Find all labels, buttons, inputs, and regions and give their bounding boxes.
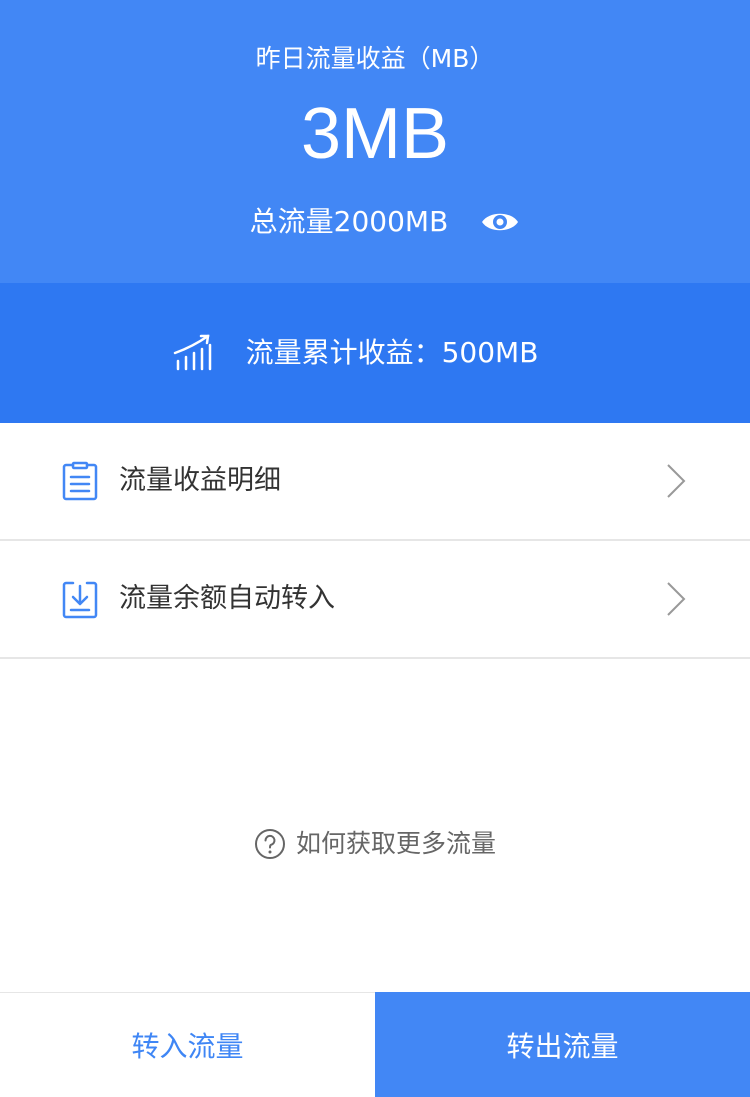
menu-item-label: 流量余额自动转入: [119, 583, 335, 614]
cumulative-earnings-label: 流量累计收益：500MB: [245, 336, 539, 369]
help-link[interactable]: 如何获取更多流量: [0, 824, 750, 864]
menu-item-earnings-detail[interactable]: 流量收益明细: [0, 423, 750, 541]
total-traffic-row: 总流量2000MB: [0, 202, 750, 242]
bottom-action-bar: 转入流量 转出流量: [0, 992, 750, 1097]
yesterday-earnings-label: 昨日流量收益（MB）: [255, 44, 495, 73]
eye-icon[interactable]: [480, 208, 520, 236]
menu-item-label: 流量收益明细: [119, 465, 281, 496]
yesterday-earnings-value: 3MB: [300, 94, 450, 174]
trend-chart-icon: [173, 334, 211, 371]
transfer-in-button[interactable]: 转入流量: [0, 992, 375, 1097]
download-icon: [62, 581, 98, 619]
total-traffic-label: 总流量2000MB: [249, 205, 449, 238]
earnings-header: 昨日流量收益（MB） 3MB 总流量2000MB: [0, 0, 750, 283]
help-link-label: 如何获取更多流量: [295, 829, 496, 858]
list-icon: [62, 461, 98, 501]
chevron-right-icon: [667, 464, 686, 498]
cumulative-earnings-bar: 流量累计收益：500MB: [0, 283, 750, 423]
question-circle-icon: [254, 829, 285, 859]
transfer-out-button[interactable]: 转出流量: [375, 992, 750, 1097]
menu-item-auto-transfer[interactable]: 流量余额自动转入: [0, 541, 750, 659]
chevron-right-icon: [667, 582, 686, 616]
